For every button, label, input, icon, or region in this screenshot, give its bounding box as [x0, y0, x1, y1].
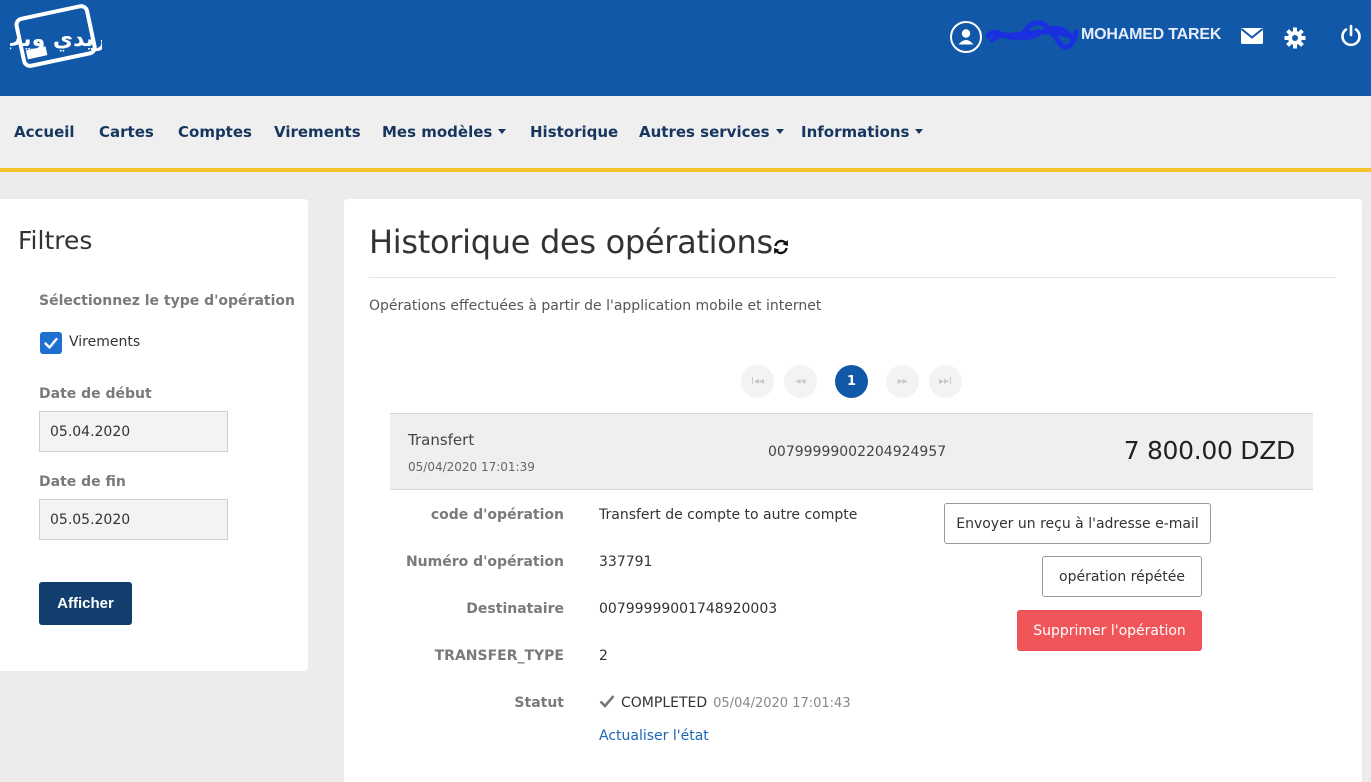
code-value: Transfert de compte to autre compte	[599, 507, 858, 523]
operation-account: 00799999002204924957	[768, 444, 947, 460]
gear-icon[interactable]	[1283, 26, 1307, 50]
virements-checkbox-label[interactable]: Virements	[69, 334, 140, 350]
send-receipt-button[interactable]: Envoyer un reçu à l'adresse e-mail	[944, 503, 1211, 544]
baridiweb-logo[interactable]: بريدي ويب	[10, 4, 102, 72]
number-value: 337791	[599, 554, 653, 570]
nav-informations[interactable]: Informations	[801, 123, 924, 141]
filters-panel: Filtres Sélectionnez le type d'opération…	[0, 199, 308, 671]
pager-page-1[interactable]: 1	[835, 365, 868, 398]
page-title: Historique des opérations	[369, 223, 773, 261]
nav-label: Cartes	[99, 123, 154, 141]
history-panel: Historique des opérations Opérations eff…	[344, 199, 1362, 782]
nav-label: Comptes	[178, 123, 252, 141]
start-date-label: Date de début	[39, 386, 152, 402]
filters-title: Filtres	[18, 226, 93, 255]
operation-type: Transfert	[408, 431, 475, 449]
nav-accueil[interactable]: Accueil	[14, 123, 75, 141]
pager-last-button[interactable]: ▸▸I	[929, 365, 962, 398]
user-icon[interactable]	[950, 21, 982, 53]
checkmark-icon	[44, 337, 58, 349]
end-date-input[interactable]	[39, 499, 228, 540]
nav-label: Accueil	[14, 123, 75, 141]
top-header: بريدي ويب MOHAMED TAREK	[0, 0, 1371, 96]
start-date-input[interactable]	[39, 411, 228, 452]
nav-label: Virements	[274, 123, 361, 141]
repeat-operation-button[interactable]: opération répétée	[1042, 556, 1202, 597]
nav-label: Informations	[801, 123, 910, 141]
caret-down-icon	[498, 129, 507, 134]
status-date: 05/04/2020 17:01:43	[713, 696, 851, 711]
virements-checkbox[interactable]	[40, 332, 62, 354]
username[interactable]: MOHAMED TAREK	[1081, 26, 1221, 44]
nav-label: Autres services	[639, 123, 770, 141]
number-label: Numéro d'opération	[405, 554, 564, 570]
pager-next-button[interactable]: ▸▸	[886, 365, 919, 398]
afficher-button[interactable]: Afficher	[39, 582, 132, 625]
operation-header-row[interactable]: Transfert 05/04/2020 17:01:39 0079999900…	[390, 413, 1313, 490]
end-date-label: Date de fin	[39, 474, 126, 490]
nav-comptes[interactable]: Comptes	[178, 123, 252, 141]
operation-datetime: 05/04/2020 17:01:39	[408, 460, 535, 474]
refresh-icon[interactable]	[771, 237, 791, 257]
mail-icon[interactable]	[1240, 24, 1264, 48]
transfer-type-label: TRANSFER_TYPE	[434, 648, 564, 664]
nav-label: Mes modèles	[382, 123, 493, 141]
nav-autres-services[interactable]: Autres services	[639, 123, 784, 141]
recipient-value: 00799999001748920003	[599, 601, 778, 617]
operation-amount: 7 800.00 DZD	[1123, 436, 1296, 465]
pager-prev-button[interactable]: ◂◂	[784, 365, 817, 398]
status-label: Statut	[514, 695, 564, 711]
power-icon[interactable]	[1339, 24, 1363, 48]
caret-down-icon	[775, 129, 784, 134]
code-label: code d'opération	[430, 507, 564, 523]
pager-first-button[interactable]: I◂◂	[741, 365, 774, 398]
operation-type-label: Sélectionnez le type d'opération	[39, 293, 295, 309]
recipient-label: Destinataire	[466, 601, 564, 617]
logo-text: بريدي ويب	[10, 27, 102, 52]
redaction-scribble	[986, 20, 1078, 50]
nav-historique[interactable]: Historique	[530, 123, 618, 141]
refresh-status-link[interactable]: Actualiser l'état	[599, 728, 709, 744]
nav-virements[interactable]: Virements	[274, 123, 361, 141]
caret-down-icon	[915, 129, 924, 134]
transfer-type-value: 2	[599, 648, 608, 664]
check-icon	[599, 695, 615, 708]
nav-cartes[interactable]: Cartes	[99, 123, 154, 141]
title-divider	[369, 277, 1336, 278]
status-value: COMPLETED	[621, 695, 708, 711]
nav-label: Historique	[530, 123, 619, 141]
nav-mes-modeles[interactable]: Mes modèles	[382, 123, 507, 141]
main-nav: Accueil Cartes Comptes Virements Mes mod…	[0, 96, 1371, 172]
status-value-row: COMPLETED 05/04/2020 17:01:43	[599, 694, 851, 711]
delete-operation-button[interactable]: Supprimer l'opération	[1017, 610, 1202, 651]
page-subtitle: Opérations effectuées à partir de l'appl…	[369, 298, 822, 314]
